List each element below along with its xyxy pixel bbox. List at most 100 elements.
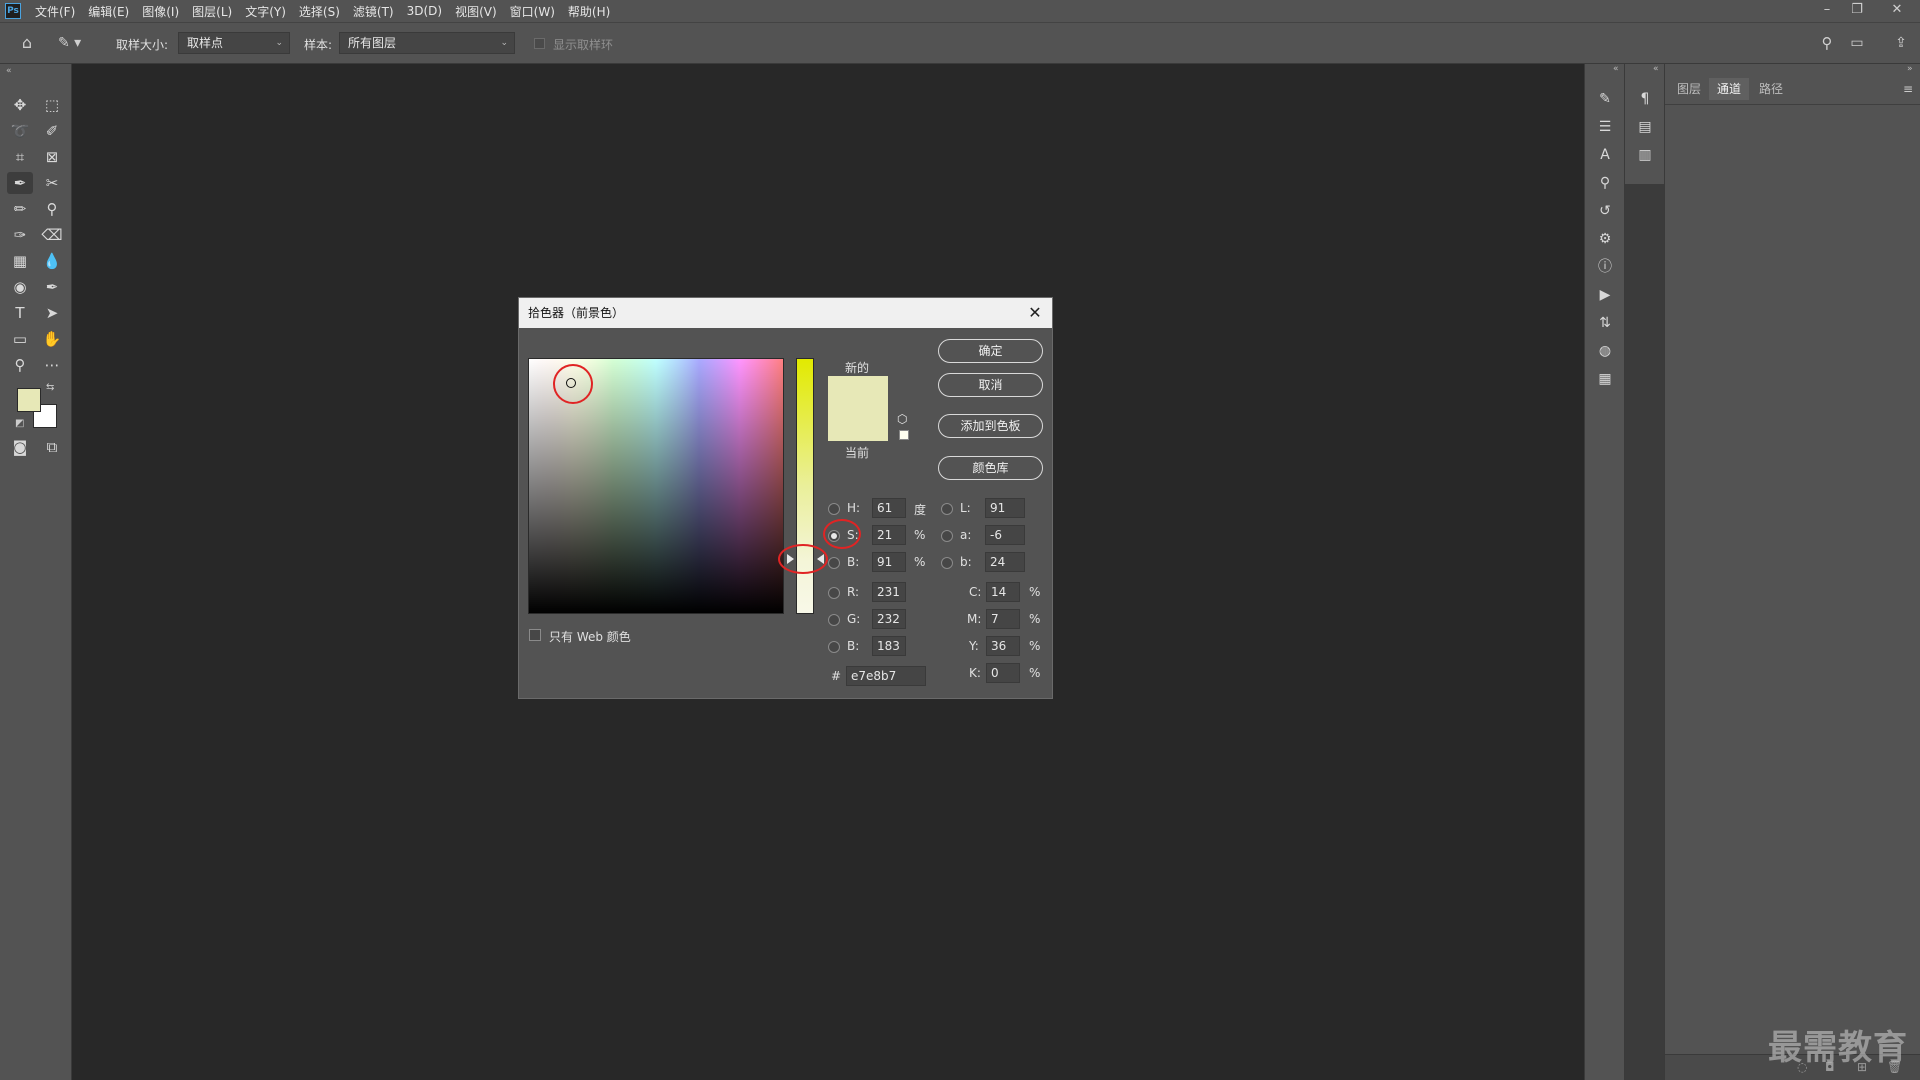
menu-filter[interactable]: 滤镜(T) xyxy=(353,3,394,20)
collapse-icon[interactable]: « xyxy=(6,66,12,76)
share-icon[interactable]: ⇪ xyxy=(1890,32,1912,54)
tab-paths[interactable]: 路径 xyxy=(1751,78,1791,100)
menu-window[interactable]: 窗口(W) xyxy=(510,3,555,20)
radio-g[interactable] xyxy=(828,614,840,626)
color-icon[interactable]: ◍ xyxy=(1593,340,1617,362)
radio-h[interactable] xyxy=(828,503,840,515)
swap-colors-icon[interactable]: ⇆ xyxy=(46,382,54,393)
search-icon[interactable]: ⚲ xyxy=(1816,32,1838,54)
move-tool-icon[interactable]: ✥ xyxy=(7,94,33,116)
properties-icon[interactable]: ⚙ xyxy=(1593,228,1617,250)
collapse-icon[interactable]: « xyxy=(1653,64,1659,74)
history-icon[interactable]: ↺ xyxy=(1593,200,1617,222)
marquee-tool-icon[interactable]: ⬚ xyxy=(39,94,65,116)
brush-tool-icon[interactable]: ✏ xyxy=(7,198,33,220)
radio-b[interactable] xyxy=(828,557,840,569)
menu-type[interactable]: 文字(Y) xyxy=(245,3,286,20)
h-input[interactable]: 61 xyxy=(872,498,906,518)
a-input[interactable]: -6 xyxy=(985,525,1025,545)
default-colors-icon[interactable]: ◩ xyxy=(15,418,24,429)
color-libraries-button[interactable]: 颜色库 xyxy=(938,456,1043,480)
brush-settings-icon[interactable]: ✎ xyxy=(1593,88,1617,110)
foreground-swatch[interactable] xyxy=(17,388,41,412)
frame-tool-icon[interactable]: ⊠ xyxy=(39,146,65,168)
dodge-tool-icon[interactable]: ◉ xyxy=(7,276,33,298)
tab-layers[interactable]: 图层 xyxy=(1669,78,1709,100)
swatches-icon[interactable]: ▦ xyxy=(1593,368,1617,390)
panel-menu-icon[interactable]: ≡ xyxy=(1903,82,1913,96)
history-brush-icon[interactable]: ✑ xyxy=(7,224,33,246)
adjustments-icon[interactable]: ☰ xyxy=(1593,116,1617,138)
s-input[interactable]: 21 xyxy=(872,525,906,545)
crop-tool-icon[interactable]: ⌗ xyxy=(7,146,33,168)
y-input[interactable]: 36 xyxy=(986,636,1020,656)
eyedropper-preset-icon[interactable]: ✎ ▾ xyxy=(58,32,90,54)
zoom-tool-icon[interactable]: ⚲ xyxy=(7,354,33,376)
cube-icon[interactable]: ⬡ xyxy=(897,412,907,426)
character-icon[interactable]: A xyxy=(1593,144,1617,166)
restore-icon[interactable]: ❐ xyxy=(1846,2,1868,18)
hand-tool-icon[interactable]: ✋ xyxy=(39,328,65,350)
pen-tool-icon[interactable]: ✒ xyxy=(39,276,65,298)
info-icon[interactable]: ⓘ xyxy=(1593,256,1617,278)
more-tools-icon[interactable]: ⋯ xyxy=(39,354,65,376)
lab-b-input[interactable]: 24 xyxy=(985,552,1025,572)
menu-view[interactable]: 视图(V) xyxy=(455,3,497,20)
collapse-icon[interactable]: « xyxy=(1613,64,1619,74)
menu-layer[interactable]: 图层(L) xyxy=(192,3,232,20)
menu-select[interactable]: 选择(S) xyxy=(299,3,340,20)
add-to-swatches-button[interactable]: 添加到色板 xyxy=(938,414,1043,438)
eyedropper-tool-icon[interactable]: ✒ xyxy=(7,172,33,194)
layer-comps-icon[interactable]: ⇅ xyxy=(1593,312,1617,334)
cancel-button[interactable]: 取消 xyxy=(938,373,1043,397)
quick-select-tool-icon[interactable]: ✐ xyxy=(39,120,65,142)
menu-3d[interactable]: 3D(D) xyxy=(407,4,442,18)
expand-icon[interactable]: » xyxy=(1907,64,1913,74)
current-color-swatch[interactable] xyxy=(828,408,888,441)
radio-r[interactable] xyxy=(828,587,840,599)
hex-input[interactable]: e7e8b7 xyxy=(846,666,926,686)
rectangle-tool-icon[interactable]: ▭ xyxy=(7,328,33,350)
rgb-b-input[interactable]: 183 xyxy=(872,636,906,656)
paragraph-icon[interactable]: ¶ xyxy=(1633,88,1657,110)
close-icon[interactable]: ✕ xyxy=(1024,302,1046,324)
saturation-slider[interactable] xyxy=(796,358,814,614)
c-input[interactable]: 14 xyxy=(986,582,1020,602)
l-input[interactable]: 91 xyxy=(985,498,1025,518)
menu-help[interactable]: 帮助(H) xyxy=(568,3,610,20)
minimize-icon[interactable]: – xyxy=(1816,2,1838,18)
path-select-icon[interactable]: ➤ xyxy=(39,302,65,324)
r-input[interactable]: 231 xyxy=(872,582,906,602)
actions-icon[interactable]: ▶ xyxy=(1593,284,1617,306)
sample-size-select[interactable]: 取样点 ⌄ xyxy=(178,32,290,54)
web-only-checkbox[interactable] xyxy=(529,629,541,641)
clone-source-icon[interactable]: ⚲ xyxy=(1593,172,1617,194)
sample-select[interactable]: 所有图层 ⌄ xyxy=(339,32,515,54)
libraries-icon[interactable]: ▤ xyxy=(1633,116,1657,138)
eraser-tool-icon[interactable]: ⌫ xyxy=(39,224,65,246)
b-input[interactable]: 91 xyxy=(872,552,906,572)
notes-icon[interactable]: ▥ xyxy=(1633,144,1657,166)
radio-lab-b[interactable] xyxy=(941,557,953,569)
workspace-icon[interactable]: ▭ xyxy=(1846,32,1868,54)
menu-image[interactable]: 图像(I) xyxy=(142,3,179,20)
home-icon[interactable]: ⌂ xyxy=(16,32,38,54)
m-input[interactable]: 7 xyxy=(986,609,1020,629)
k-input[interactable]: 0 xyxy=(986,663,1020,683)
type-tool-icon[interactable]: T xyxy=(7,302,33,324)
g-input[interactable]: 232 xyxy=(872,609,906,629)
web-safe-swatch[interactable] xyxy=(899,430,909,440)
menu-edit[interactable]: 编辑(E) xyxy=(88,3,129,20)
blur-tool-icon[interactable]: 💧 xyxy=(39,250,65,272)
radio-l[interactable] xyxy=(941,503,953,515)
lasso-tool-icon[interactable]: ➰ xyxy=(7,120,33,142)
screen-mode-icon[interactable]: ⧉ xyxy=(39,436,65,458)
stamp-tool-icon[interactable]: ⚲ xyxy=(39,198,65,220)
show-ring-checkbox[interactable] xyxy=(534,38,545,49)
close-window-icon[interactable]: ✕ xyxy=(1886,2,1908,18)
radio-rgb-b[interactable] xyxy=(828,641,840,653)
healing-tool-icon[interactable]: ✂ xyxy=(39,172,65,194)
menu-file[interactable]: 文件(F) xyxy=(35,3,75,20)
tab-channels[interactable]: 通道 xyxy=(1709,78,1750,100)
gradient-tool-icon[interactable]: ▦ xyxy=(7,250,33,272)
